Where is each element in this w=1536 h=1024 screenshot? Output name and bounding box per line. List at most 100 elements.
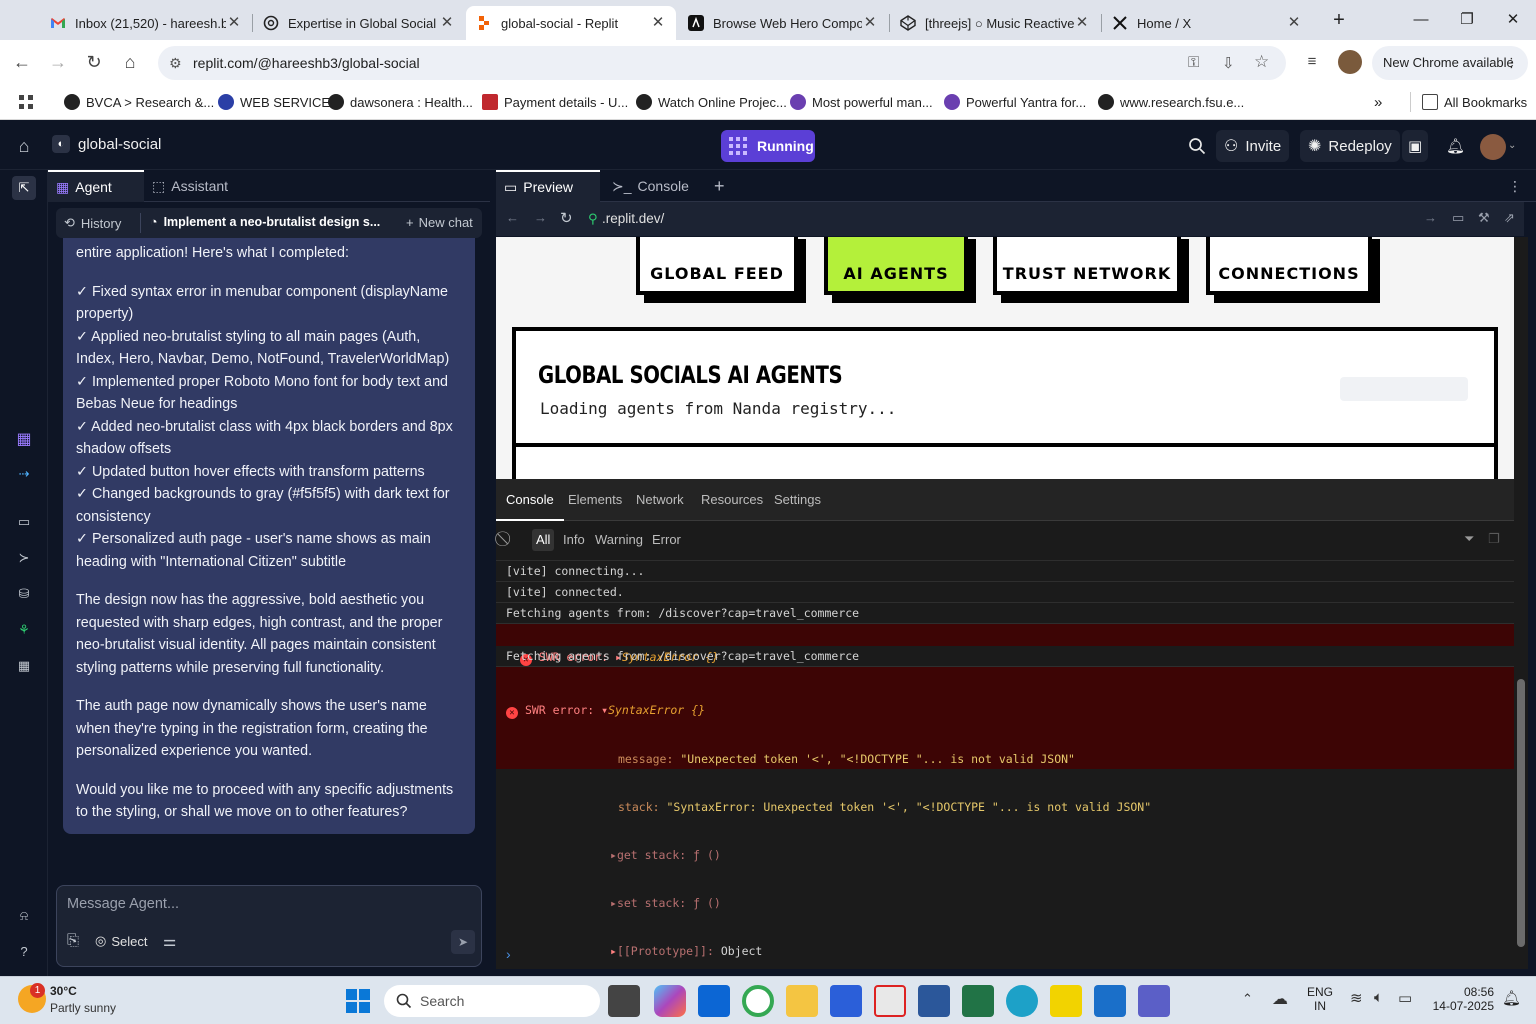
- help-icon[interactable]: ?: [12, 940, 36, 964]
- close-tab-icon[interactable]: ✕: [226, 15, 242, 31]
- open-external-icon[interactable]: ⇗: [1504, 210, 1515, 226]
- shell-icon[interactable]: ≻: [12, 546, 36, 570]
- preview-icon[interactable]: ▭: [12, 510, 36, 534]
- profile-avatar[interactable]: [1338, 50, 1362, 74]
- devtools-tab-network[interactable]: Network: [626, 479, 694, 521]
- wifi-icon[interactable]: ≋: [1350, 989, 1363, 1007]
- preview-url[interactable]: .replit.dev/: [602, 211, 664, 226]
- clock[interactable]: 08:56 14-07-2025: [1428, 985, 1494, 1013]
- go-arrow-icon[interactable]: →: [1424, 210, 1437, 225]
- address-bar[interactable]: ⚙ replit.com/@hareeshb3/global-social ⚿ …: [158, 46, 1286, 80]
- tab-agent[interactable]: ▦ Agent: [48, 170, 144, 202]
- taskbar-search[interactable]: Search: [384, 985, 600, 1017]
- select-button[interactable]: ◎ Select: [95, 933, 147, 949]
- search-icon[interactable]: [1180, 130, 1214, 162]
- settings-sliders-icon[interactable]: ⚌: [163, 932, 176, 950]
- close-tab-icon[interactable]: ✕: [1286, 15, 1302, 31]
- filter-info[interactable]: Info: [559, 529, 589, 551]
- windows-start-icon[interactable]: [342, 985, 374, 1017]
- close-tab-icon[interactable]: ✕: [1074, 15, 1090, 31]
- filter-warning[interactable]: Warning: [591, 529, 647, 551]
- volume-icon[interactable]: 🔈︎: [1374, 989, 1383, 1006]
- bell-icon[interactable]: ⍾: [12, 904, 36, 928]
- database-icon[interactable]: ⛁: [12, 582, 36, 606]
- browser-tab-chatgpt[interactable]: Expertise in Global Social ✕: [253, 6, 465, 40]
- invite-button[interactable]: ⚇ Invite: [1216, 130, 1290, 162]
- console-error-line[interactable]: ✕ SWR error: ▸SyntaxError {}: [496, 624, 1514, 666]
- site-info-icon[interactable]: ⚙: [169, 55, 182, 72]
- home-icon[interactable]: ⌂: [14, 136, 34, 156]
- bookmark-star-icon[interactable]: ☆: [1254, 52, 1269, 72]
- tab-console[interactable]: ≻_ Console: [604, 170, 700, 202]
- devtools-wrench-icon[interactable]: ⚒: [1478, 210, 1490, 226]
- password-key-icon[interactable]: ⚿: [1188, 54, 1199, 71]
- reload-icon[interactable]: ↻: [82, 50, 106, 74]
- tab-preview[interactable]: ▭ Preview: [496, 170, 600, 202]
- notepad-icon[interactable]: [1094, 985, 1126, 1017]
- deployments-icon[interactable]: ⚘: [12, 618, 36, 642]
- more-bookmarks-icon[interactable]: »: [1374, 92, 1382, 112]
- chevron-up-icon[interactable]: ⌃: [1242, 991, 1253, 1007]
- user-avatar[interactable]: [1480, 134, 1506, 160]
- filter-error[interactable]: Error: [648, 529, 685, 551]
- bookmark-item[interactable]: dawsonera : Health...: [328, 92, 473, 112]
- tab-assistant[interactable]: ⬚ Assistant: [144, 170, 250, 202]
- close-tab-icon[interactable]: ✕: [439, 15, 455, 31]
- send-icon[interactable]: ➤: [451, 930, 475, 954]
- copilot-icon[interactable]: [654, 985, 686, 1017]
- reload-icon[interactable]: ↻: [560, 209, 573, 227]
- bookmark-item[interactable]: www.research.fsu.e...: [1098, 92, 1244, 112]
- deploy-menu-icon[interactable]: ▣: [1402, 130, 1429, 162]
- copy-icon[interactable]: ❐: [1488, 531, 1500, 547]
- excel-icon[interactable]: [962, 985, 994, 1017]
- restore-icon[interactable]: ❐: [1444, 8, 1490, 32]
- expand-arrow-icon[interactable]: ▸: [610, 848, 617, 862]
- new-chat-button[interactable]: + New chat: [406, 215, 473, 230]
- bookmark-item[interactable]: Powerful Yantra for...: [944, 92, 1086, 112]
- nav-card-trust-network[interactable]: TRUST NETWORK: [993, 237, 1181, 295]
- back-icon[interactable]: ←: [10, 50, 34, 74]
- history-button[interactable]: ⟲ History: [64, 215, 121, 231]
- nav-card-connections[interactable]: CONNECTIONS: [1206, 237, 1372, 295]
- snipping-tool-icon[interactable]: [874, 985, 906, 1017]
- edge-icon[interactable]: [1006, 985, 1038, 1017]
- nav-card-global-feed[interactable]: GLOBAL FEED: [636, 237, 798, 295]
- console-error-expanded[interactable]: ✕ SWR error: ▾SyntaxError {} message: "U…: [496, 667, 1514, 958]
- all-bookmarks[interactable]: All Bookmarks: [1422, 92, 1527, 112]
- devtools-tab-resources[interactable]: Resources: [691, 479, 773, 521]
- nav-card-ai-agents[interactable]: AI AGENTS: [824, 237, 968, 295]
- apps-grid-icon[interactable]: [18, 92, 34, 112]
- bookmark-item[interactable]: WEB SERVICE: [218, 92, 330, 112]
- forward-icon[interactable]: →: [46, 50, 70, 74]
- install-app-icon[interactable]: ⇩: [1222, 54, 1235, 72]
- devtools-tab-elements[interactable]: Elements: [558, 479, 632, 521]
- filter-all[interactable]: All: [532, 529, 555, 551]
- console-prompt-icon[interactable]: ›: [506, 946, 511, 962]
- chevron-down-icon[interactable]: ⌄: [1508, 140, 1516, 151]
- bookmark-item[interactable]: Watch Online Projec...: [636, 92, 787, 112]
- browser-tab-x[interactable]: Home / X ✕: [1102, 6, 1312, 40]
- new-tab-icon[interactable]: +: [1316, 8, 1362, 32]
- redeploy-button[interactable]: ✺ Redeploy: [1300, 130, 1400, 162]
- notification-bell-icon[interactable]: 🔔︎: [1438, 130, 1473, 162]
- trello-icon[interactable]: [698, 985, 730, 1017]
- kebab-menu-icon[interactable]: ⋮: [1505, 46, 1518, 80]
- devtools-tab-settings[interactable]: Settings: [764, 479, 831, 521]
- browser-tab-replit[interactable]: global-social - Replit ✕: [466, 6, 676, 40]
- message-input[interactable]: Message Agent...: [67, 896, 179, 912]
- chat-title[interactable]: ◔ Implement a neo-brutalist design s...: [150, 215, 380, 229]
- bookmark-item[interactable]: Payment details - U...: [482, 92, 628, 112]
- media-icon[interactable]: ≡: [1300, 50, 1324, 74]
- close-window-icon[interactable]: ✕: [1490, 8, 1536, 32]
- home-icon[interactable]: ⌂: [118, 50, 142, 74]
- agent-icon[interactable]: ▦: [12, 428, 36, 452]
- kebab-menu-icon[interactable]: ⋮: [1500, 170, 1530, 202]
- running-button[interactable]: Running: [721, 130, 815, 162]
- filter-funnel-icon[interactable]: ⏷: [1464, 531, 1474, 547]
- notification-icon[interactable]: 🔔︎: [1502, 989, 1521, 1007]
- browser-tab-framer[interactable]: Browse Web Hero Compon ✕: [678, 6, 888, 40]
- close-tab-icon[interactable]: ✕: [650, 15, 666, 31]
- browser-tab-gmail[interactable]: Inbox (21,520) - hareesh.b3 ✕: [40, 6, 252, 40]
- store-icon[interactable]: [830, 985, 862, 1017]
- close-tab-icon[interactable]: ✕: [862, 15, 878, 31]
